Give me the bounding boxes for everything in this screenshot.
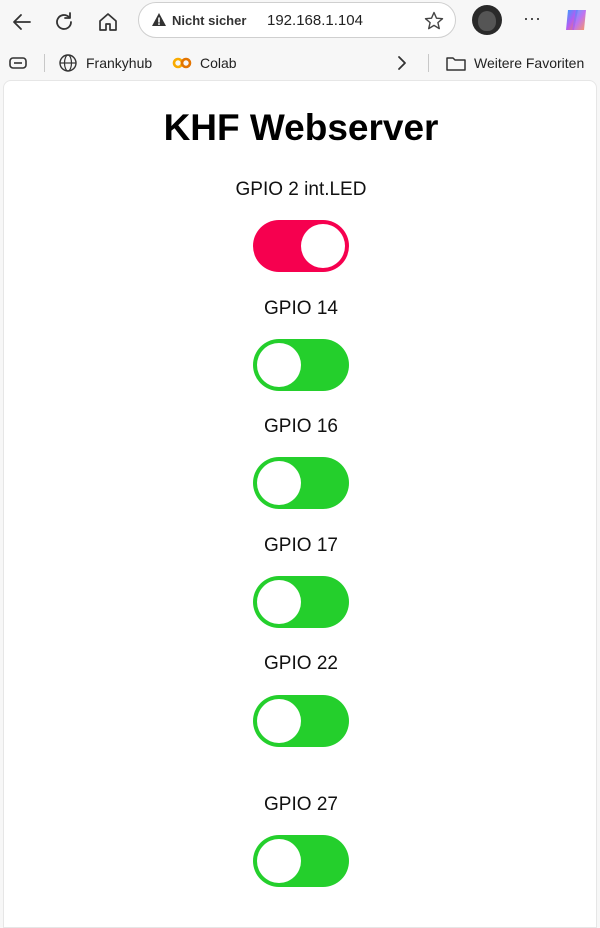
more-menu-icon[interactable]: ··· — [520, 8, 544, 34]
page-title: KHF Webserver — [163, 107, 439, 148]
favorite-colab[interactable]: Colab — [172, 53, 237, 73]
address-bar[interactable]: Nicht sicher 192.168.1.104 — [138, 2, 456, 38]
toggle-knob — [301, 224, 345, 268]
favorite-label: Colab — [200, 55, 237, 71]
folder-icon — [446, 57, 466, 71]
reload-icon[interactable] — [50, 8, 78, 36]
toggle-knob — [257, 343, 301, 387]
gpio-27-toggle[interactable] — [253, 835, 349, 887]
gpio-17-toggle[interactable] — [253, 576, 349, 628]
page-content: KHF Webserver GPIO 2 int.LED GPIO 14 GPI… — [3, 80, 597, 928]
url-text[interactable]: 192.168.1.104 — [267, 12, 363, 29]
toggle-knob — [257, 580, 301, 624]
more-favorites-folder[interactable]: Weitere Favoriten — [446, 53, 584, 73]
home-icon[interactable] — [94, 8, 122, 36]
favorites-divider — [428, 54, 429, 72]
profile-avatar[interactable] — [472, 5, 502, 35]
cat-avatar-icon — [478, 11, 496, 31]
gpio-label: GPIO 14 — [264, 298, 338, 319]
colab-icon — [172, 57, 192, 69]
favorite-frankyhub[interactable]: Frankyhub — [58, 53, 152, 73]
copilot-icon[interactable] — [562, 6, 590, 34]
toggle-knob — [257, 699, 301, 743]
favorites-bar: Frankyhub Colab Weitere Favoriten — [0, 44, 600, 80]
gpio-label: GPIO 27 — [264, 794, 338, 815]
gpio-label: GPIO 16 — [264, 416, 338, 437]
back-icon[interactable] — [8, 8, 36, 36]
favorite-label: Frankyhub — [86, 55, 153, 71]
favorite-star-icon[interactable] — [423, 10, 445, 32]
toggle-knob — [257, 461, 301, 505]
gpio-2-toggle[interactable] — [253, 220, 349, 272]
gpio-16-toggle[interactable] — [253, 457, 349, 509]
favorites-divider — [44, 54, 45, 72]
globe-icon — [59, 54, 77, 72]
gpio-label: GPIO 17 — [264, 535, 338, 556]
gpio-14-toggle[interactable] — [253, 339, 349, 391]
toggle-knob — [257, 839, 301, 883]
chevron-right-icon[interactable] — [396, 53, 416, 73]
favorite-label: Weitere Favoriten — [474, 55, 585, 71]
tab-actions-icon[interactable] — [9, 53, 37, 73]
gpio-label: GPIO 2 int.LED — [235, 179, 367, 200]
browser-toolbar: Nicht sicher 192.168.1.104 ··· — [0, 0, 600, 44]
gpio-label: GPIO 22 — [264, 653, 338, 674]
gpio-22-toggle[interactable] — [253, 695, 349, 747]
security-status[interactable]: Nicht sicher — [172, 13, 246, 28]
warning-icon[interactable] — [151, 12, 167, 28]
